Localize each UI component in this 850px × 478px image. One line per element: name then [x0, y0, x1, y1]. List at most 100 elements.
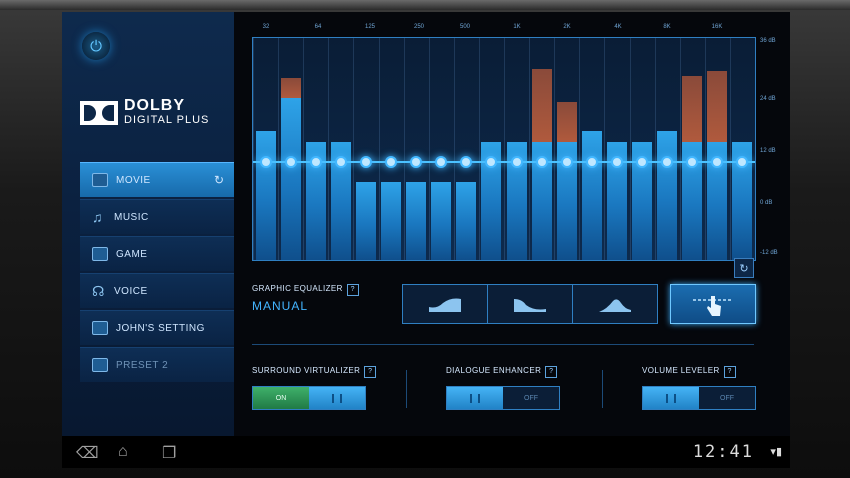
sidebar-item-johns-setting[interactable]: JOHN'S SETTING [80, 310, 234, 345]
freq-label: 64 [314, 24, 322, 30]
grid-line [478, 38, 480, 260]
eq-band-bar [456, 182, 477, 260]
grip-icon [666, 393, 676, 403]
surround-virtualizer-title: SURROUND VIRTUALIZER? [252, 366, 377, 378]
sidebar-item-label: JOHN'S SETTING [116, 322, 205, 334]
freq-label: 32 [262, 24, 270, 30]
refresh-icon: ↻ [739, 262, 749, 275]
reset-eq-button[interactable]: ↻ [734, 258, 754, 278]
eq-band-handle[interactable] [385, 156, 398, 169]
profile-menu: MOVIE ↻ ♫ MUSIC GAME ☊ VOICE JOHN'S SETT… [80, 162, 234, 384]
eq-band-handle[interactable] [460, 156, 473, 169]
eq-mode-label: MANUAL [252, 299, 309, 313]
grip-icon [332, 393, 342, 403]
surround-title-text: SURROUND VIRTUALIZER [252, 366, 361, 375]
device-frame: ⏻ DOLBY DIGITAL PLUS MOVIE ↻ ♫ MUSIC GAM… [0, 0, 850, 478]
eq-band-handle[interactable] [510, 156, 523, 169]
eq-band-peak [682, 75, 703, 143]
eq-preset-rising-button[interactable] [403, 285, 488, 323]
sidebar-item-music[interactable]: ♫ MUSIC [80, 199, 234, 234]
power-icon: ⏻ [90, 37, 102, 55]
help-icon[interactable]: ? [723, 366, 736, 378]
curve-falling-icon [514, 299, 546, 312]
system-nav-bar: ⌫ ⌂ ❐ 12:41 ▾▮ [62, 436, 790, 468]
eq-preset-falling-button[interactable] [488, 285, 573, 323]
dialogue-enhancer-toggle[interactable]: OFF [446, 386, 560, 410]
eq-band-peak [707, 71, 728, 143]
eq-band-bar [280, 97, 301, 260]
brand-line2: DIGITAL PLUS [124, 114, 210, 126]
toggle-handle [643, 387, 699, 409]
grid-line [704, 38, 706, 260]
grid-line [378, 38, 380, 260]
toggle-handle [309, 387, 365, 409]
sidebar-item-movie[interactable]: MOVIE ↻ [80, 162, 234, 197]
eq-band-handle[interactable] [284, 156, 297, 169]
refresh-icon[interactable]: ↻ [214, 173, 224, 187]
eq-band-handle[interactable] [309, 156, 322, 169]
film-icon [92, 173, 108, 187]
graphic-eq-title: GRAPHIC EQUALIZER? [252, 284, 359, 296]
eq-curve-line [253, 161, 755, 164]
control-separator [406, 370, 407, 408]
dolby-mark-icon [80, 100, 118, 125]
surround-virtualizer-toggle[interactable]: ON [252, 386, 366, 410]
signal-battery-icon: ▾▮ [770, 446, 782, 458]
sidebar-item-label: PRESET 2 [116, 359, 169, 371]
curve-rising-icon [429, 298, 461, 312]
eq-band-peak [531, 69, 552, 143]
home-icon[interactable]: ⌂ [118, 443, 128, 461]
back-icon[interactable]: ⌫ [76, 443, 99, 463]
freq-label: 2K [563, 24, 571, 30]
grid-line [604, 38, 606, 260]
grid-line [453, 38, 455, 260]
freq-label: 8K [663, 24, 671, 30]
volume-leveler-title: VOLUME LEVELER? [642, 366, 736, 378]
volume-leveler-toggle[interactable]: OFF [642, 386, 756, 410]
eq-band-handle[interactable] [435, 156, 448, 169]
help-icon[interactable]: ? [364, 366, 377, 378]
hand-touch-icon [693, 296, 733, 316]
freq-label: 1K [513, 24, 521, 30]
eq-band-handle[interactable] [535, 156, 548, 169]
eq-band-handle[interactable] [359, 156, 372, 169]
eq-band-handle[interactable] [259, 156, 272, 169]
gamepad-icon [92, 247, 108, 261]
db-label: -12 dB [760, 250, 778, 256]
grid-line [328, 38, 330, 260]
eq-custom-button[interactable] [670, 284, 756, 324]
sidebar-item-game[interactable]: GAME [80, 236, 234, 271]
bezel-shine [0, 0, 850, 10]
eq-band-handle[interactable] [560, 156, 573, 169]
graphic-eq-title-text: GRAPHIC EQUALIZER [252, 284, 343, 293]
eq-band-bar [406, 182, 427, 260]
eq-band-bar [581, 131, 602, 260]
freq-label: 16K [711, 24, 723, 30]
toggle-on-state: ON [253, 387, 309, 409]
toggle-off-state: OFF [699, 387, 755, 409]
db-label: 0 dB [760, 200, 773, 206]
recent-apps-icon[interactable]: ❐ [162, 443, 176, 463]
help-icon[interactable]: ? [545, 366, 558, 378]
eq-band-bar [657, 131, 678, 260]
eq-band-handle[interactable] [410, 156, 423, 169]
sidebar-item-preset-2[interactable]: PRESET 2 [80, 347, 234, 382]
db-label: 12 dB [760, 148, 776, 154]
sidebar-item-voice[interactable]: ☊ VOICE [80, 273, 234, 308]
voice-icon: ☊ [92, 282, 105, 299]
db-label: 36 dB [760, 38, 776, 44]
help-icon[interactable]: ? [346, 284, 359, 296]
sidebar-item-label: MOVIE [116, 174, 151, 186]
control-separator [602, 370, 603, 408]
freq-label: 250 [413, 24, 425, 30]
grid-line [428, 38, 430, 260]
sidebar: ⏻ DOLBY DIGITAL PLUS MOVIE ↻ ♫ MUSIC GAM… [62, 12, 234, 436]
preset-1-icon [92, 321, 108, 335]
grid-line [554, 38, 556, 260]
grid-line [303, 38, 305, 260]
eq-preset-peak-button[interactable] [573, 285, 657, 323]
power-button[interactable]: ⏻ [82, 32, 110, 60]
equalizer-graph[interactable] [252, 37, 756, 261]
db-label: 24 dB [760, 96, 776, 102]
grip-icon [470, 393, 480, 403]
